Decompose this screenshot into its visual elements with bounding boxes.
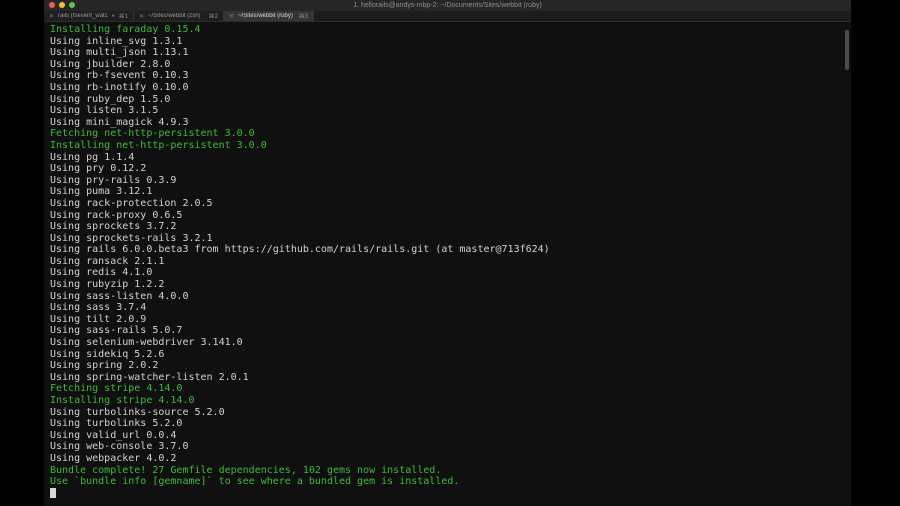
terminal-line: Using puma 3.12.1 (50, 186, 153, 198)
terminal-line: Using tilt 2.0.9 (50, 313, 147, 325)
terminal-line: Using sass-listen 4.0.0 (50, 290, 189, 302)
tab-bar: ✕ rails (fsevent_watc... ● ⌘1 ✕ ~/Sites/… (44, 11, 851, 22)
terminal-window: 1. hellorails@andys-mbp-2: ~/Documents/S… (44, 0, 851, 506)
terminal-line: Using sprockets 3.7.2 (50, 221, 177, 233)
tab-ruby[interactable]: ✕ ~/Sites/webbit (ruby) ⌘3 (224, 11, 314, 21)
activity-dot-icon: ● (111, 13, 115, 19)
terminal-line: Using inline_svg 1.3.1 (50, 35, 183, 47)
terminal-line: Using spring 2.0.2 (50, 360, 159, 372)
terminal-line: Using rubyzip 1.2.2 (50, 279, 165, 291)
terminal-line: Using webpacker 4.0.2 (50, 452, 177, 464)
terminal-line: Using sass 3.7.4 (50, 302, 147, 314)
tab-label: rails (fsevent_watc... (58, 13, 108, 19)
terminal-line: Using turbolinks-source 5.2.0 (50, 406, 225, 418)
terminal-line: Using rack-protection 2.0.5 (50, 197, 213, 209)
terminal-line: Using redis 4.1.0 (50, 267, 153, 279)
terminal-line: Using rb-fsevent 0.10.3 (50, 70, 189, 82)
terminal-line: Using ruby_dep 1.5.0 (50, 93, 171, 105)
close-tab-icon[interactable]: ✕ (139, 13, 144, 20)
text-cursor (50, 487, 56, 498)
tab-zsh[interactable]: ✕ ~/Sites/webbit (zsh) ⌘2 (134, 11, 224, 21)
terminal-line: Using rb-inotify 0.10.0 (50, 81, 189, 93)
tab-shortcut: ⌘3 (298, 13, 308, 20)
terminal-line: Using spring-watcher-listen 2.0.1 (50, 371, 249, 383)
terminal-line: Bundle complete! 27 Gemfile dependencies… (50, 464, 442, 476)
terminal-line: Using listen 3.1.5 (50, 105, 159, 117)
terminal-line: Using mini_magick 4.9.3 (50, 116, 189, 128)
terminal-line: Using jbuilder 2.8.0 (50, 58, 171, 70)
terminal-line: Use `bundle info [gemname]` to see where… (50, 476, 460, 488)
terminal-line: Using pry-rails 0.3.9 (50, 174, 177, 186)
terminal-line: Installing faraday 0.15.4 (50, 24, 201, 35)
terminal-line: Installing stripe 4.14.0 (50, 395, 195, 406)
terminal-line: Using sass-rails 5.0.7 (50, 325, 183, 337)
terminal-line: Using selenium-webdriver 3.141.0 (50, 337, 243, 349)
terminal-line: Using pg 1.1.4 (50, 151, 135, 163)
terminal-line: Using web-console 3.7.0 (50, 441, 189, 453)
terminal-line: Using rack-proxy 0.6.5 (50, 209, 183, 221)
tab-shortcut: ⌘2 (208, 13, 218, 20)
terminal-line: Using ransack 2.1.1 (50, 255, 165, 267)
close-tab-icon[interactable]: ✕ (49, 13, 54, 20)
terminal-output[interactable]: Installing faraday 0.15.4 Using inline_sv… (44, 22, 851, 499)
terminal-line: Using sidekiq 5.2.6 (50, 348, 165, 360)
tab-label: ~/Sites/webbit (zsh) (148, 13, 201, 19)
terminal-line: Using pry 0.12.2 (50, 163, 147, 175)
terminal-line: Using valid_url 0.0.4 (50, 429, 177, 441)
terminal-line: Fetching stripe 4.14.0 (50, 383, 183, 395)
terminal-line: Using turbolinks 5.2.0 (50, 418, 183, 430)
tab-rails[interactable]: ✕ rails (fsevent_watc... ● ⌘1 (44, 11, 134, 21)
terminal-line: Installing net-http-persistent 3.0.0 (50, 139, 267, 151)
terminal-line: Using multi_json 1.13.1 (50, 47, 189, 59)
tab-label: ~/Sites/webbit (ruby) (238, 13, 293, 19)
close-tab-icon[interactable]: ✕ (229, 13, 234, 20)
prompt-line[interactable] (50, 487, 851, 500)
terminal-line: Fetching net-http-persistent 3.0.0 (50, 128, 255, 140)
tab-shortcut: ⌘1 (118, 13, 128, 20)
scrollbar-thumb[interactable] (845, 30, 849, 70)
terminal-line: Using sprockets-rails 3.2.1 (50, 232, 213, 244)
title-bar: 1. hellorails@andys-mbp-2: ~/Documents/S… (44, 0, 851, 11)
window-title: 1. hellorails@andys-mbp-2: ~/Documents/S… (353, 2, 542, 9)
terminal-line: Using rails 6.0.0.beta3 from https://git… (50, 244, 550, 256)
